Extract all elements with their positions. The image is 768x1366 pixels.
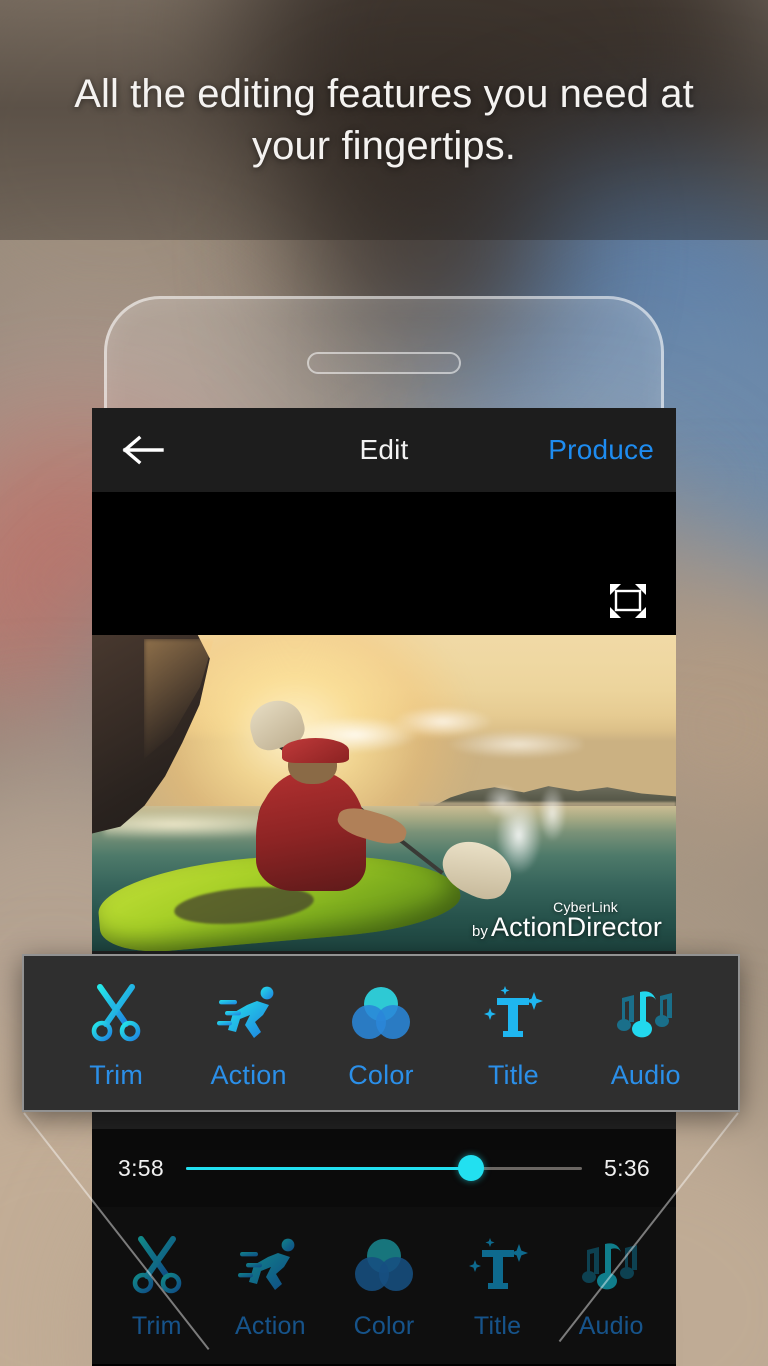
running-person-icon bbox=[216, 980, 281, 1046]
toolbar-item-title[interactable]: Title bbox=[445, 1234, 551, 1341]
fit-to-screen-icon bbox=[610, 584, 646, 618]
toolbar-item-color[interactable]: Color bbox=[331, 1234, 437, 1341]
tools-callout-panel: Trim Action Color Title Audio bbox=[22, 954, 740, 1112]
running-person-icon bbox=[216, 986, 273, 1038]
earpiece-speaker-grille bbox=[307, 352, 461, 374]
toolbar-item-label: Audio bbox=[578, 1312, 644, 1340]
scissors-icon bbox=[88, 980, 144, 1046]
toolbar-item-label: Color bbox=[353, 1312, 415, 1340]
toolbar-item-label: Trim bbox=[131, 1312, 182, 1340]
running-person-icon bbox=[238, 1234, 302, 1296]
produce-button[interactable]: Produce bbox=[548, 434, 654, 466]
callout-tool-color[interactable]: Color bbox=[316, 980, 446, 1091]
timeline-slider[interactable] bbox=[185, 1155, 583, 1181]
color-circles-icon bbox=[354, 1239, 413, 1291]
watermark-product-line: by ActionDirector bbox=[472, 912, 662, 942]
scissors-icon bbox=[129, 1234, 185, 1296]
current-time-label: 3:58 bbox=[118, 1154, 164, 1181]
app-screen: Edit Produce CyberLink by ActionDirector… bbox=[92, 408, 676, 1366]
callout-tool-label: Title bbox=[487, 1059, 539, 1090]
toolbar-item-label: Action bbox=[235, 1312, 306, 1340]
text-sparkle-icon bbox=[484, 985, 544, 1037]
callout-tool-title[interactable]: Title bbox=[448, 980, 578, 1091]
running-person-icon bbox=[238, 1238, 295, 1290]
callout-tool-label: Audio bbox=[610, 1059, 681, 1090]
text-sparkle-icon bbox=[482, 980, 544, 1046]
text-sparkle-icon bbox=[467, 1234, 529, 1296]
toolbar-item-action[interactable]: Action bbox=[217, 1234, 323, 1341]
color-circles-icon bbox=[350, 980, 412, 1046]
color-circles-icon bbox=[353, 1234, 415, 1296]
watermark-by: by bbox=[471, 923, 489, 940]
headline-text: All the editing features you need at you… bbox=[74, 72, 694, 168]
callout-tool-action[interactable]: Action bbox=[184, 980, 314, 1091]
callout-tool-label: Color bbox=[348, 1059, 414, 1090]
music-notes-icon bbox=[616, 990, 672, 1037]
watermark: CyberLink by ActionDirector bbox=[472, 899, 662, 943]
slider-handle[interactable] bbox=[458, 1155, 485, 1181]
slider-fill bbox=[185, 1166, 472, 1170]
bottom-toolbar: Trim Action Color Title Audio bbox=[92, 1207, 676, 1364]
headline-banner: All the editing features you need at you… bbox=[0, 0, 768, 240]
scissors-icon bbox=[91, 983, 141, 1041]
toolbar-item-trim[interactable]: Trim bbox=[104, 1234, 210, 1341]
fit-to-screen-button[interactable] bbox=[606, 581, 650, 621]
callout-tool-label: Action bbox=[210, 1059, 287, 1090]
color-circles-icon bbox=[351, 986, 410, 1039]
preview-letterbox-area bbox=[92, 492, 676, 635]
video-preview[interactable]: CyberLink by ActionDirector bbox=[92, 635, 676, 951]
callout-tool-audio[interactable]: Audio bbox=[581, 980, 711, 1091]
total-time-label: 5:36 bbox=[604, 1154, 650, 1181]
callout-tool-label: Trim bbox=[89, 1059, 144, 1090]
toolbar-item-label: Title bbox=[473, 1312, 522, 1340]
app-header-bar: Edit Produce bbox=[92, 408, 676, 492]
timeline-scrubber-row: 3:58 5:36 bbox=[92, 1129, 676, 1207]
watermark-product: ActionDirector bbox=[491, 912, 662, 942]
text-sparkle-icon bbox=[468, 1238, 528, 1289]
toolbar-item-audio[interactable]: Audio bbox=[558, 1234, 664, 1341]
music-notes-icon bbox=[614, 980, 678, 1046]
callout-tool-trim[interactable]: Trim bbox=[51, 980, 181, 1091]
